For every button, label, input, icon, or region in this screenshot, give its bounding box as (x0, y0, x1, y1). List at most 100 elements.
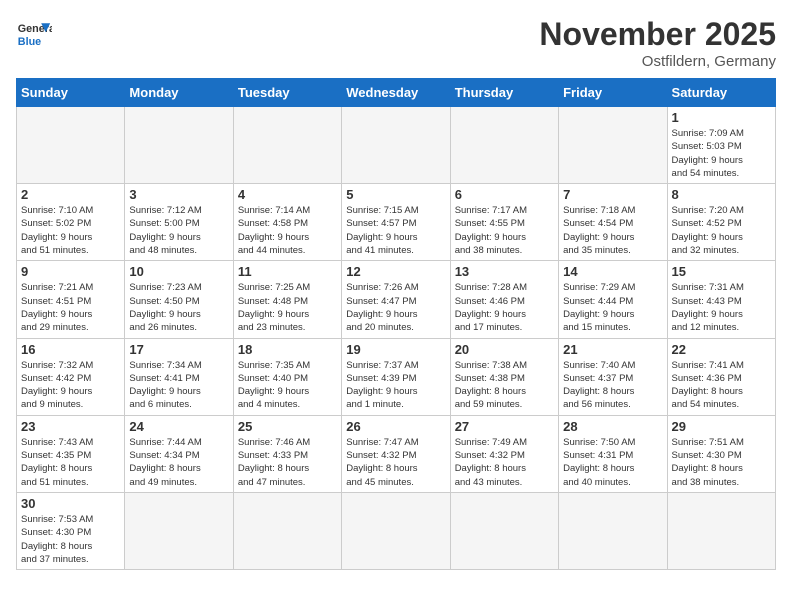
day-info: Sunrise: 7:44 AM Sunset: 4:34 PM Dayligh… (129, 436, 228, 489)
calendar-cell: 12 Sunrise: 7:26 AM Sunset: 4:47 PM Dayli… (342, 261, 450, 338)
calendar-cell: 3 Sunrise: 7:12 AM Sunset: 5:00 PM Daylig… (125, 184, 233, 261)
day-number: 3 (129, 187, 228, 202)
calendar-cell: 9Sunrise: 7:21 AM Sunset: 4:51 PM Daylig… (17, 261, 125, 338)
calendar-week-row: 1 Sunrise: 7:09 AM Sunset: 5:03 PM Daylig… (17, 107, 776, 184)
calendar-cell: 15Sunrise: 7:31 AM Sunset: 4:43 PM Dayli… (667, 261, 775, 338)
day-info: Sunrise: 7:38 AM Sunset: 4:38 PM Dayligh… (455, 359, 554, 412)
logo-icon: General Blue (16, 16, 52, 52)
calendar-week-row: 30 Sunrise: 7:53 AM Sunset: 4:30 PM Dayli… (17, 492, 776, 569)
day-info: Sunrise: 7:53 AM Sunset: 4:30 PM Dayligh… (21, 513, 120, 566)
day-number: 16 (21, 342, 120, 357)
day-number: 19 (346, 342, 445, 357)
calendar-cell (342, 107, 450, 184)
day-number: 4 (238, 187, 337, 202)
day-number: 27 (455, 419, 554, 434)
location-subtitle: Ostfildern, Germany (539, 53, 776, 70)
day-info: Sunrise: 7:31 AM Sunset: 4:43 PM Dayligh… (672, 281, 771, 334)
calendar-cell: 14 Sunrise: 7:29 AM Sunset: 4:44 PM Dayli… (559, 261, 667, 338)
calendar-cell: 24 Sunrise: 7:44 AM Sunset: 4:34 PM Dayli… (125, 415, 233, 492)
calendar-cell (125, 107, 233, 184)
header-sunday: Sunday (17, 79, 125, 107)
day-number: 25 (238, 419, 337, 434)
calendar-cell (559, 107, 667, 184)
day-info: Sunrise: 7:20 AM Sunset: 4:52 PM Dayligh… (672, 204, 771, 257)
calendar-cell: 6Sunrise: 7:17 AM Sunset: 4:55 PM Daylig… (450, 184, 558, 261)
calendar-cell: 23Sunrise: 7:43 AM Sunset: 4:35 PM Dayli… (17, 415, 125, 492)
day-number: 22 (672, 342, 771, 357)
day-info: Sunrise: 7:43 AM Sunset: 4:35 PM Dayligh… (21, 436, 120, 489)
day-number: 21 (563, 342, 662, 357)
day-info: Sunrise: 7:23 AM Sunset: 4:50 PM Dayligh… (129, 281, 228, 334)
day-number: 24 (129, 419, 228, 434)
day-info: Sunrise: 7:29 AM Sunset: 4:44 PM Dayligh… (563, 281, 662, 334)
header-thursday: Thursday (450, 79, 558, 107)
day-info: Sunrise: 7:21 AM Sunset: 4:51 PM Dayligh… (21, 281, 120, 334)
month-year-title: November 2025 (539, 16, 776, 53)
day-number: 30 (21, 496, 120, 511)
svg-text:Blue: Blue (18, 36, 41, 48)
day-info: Sunrise: 7:47 AM Sunset: 4:32 PM Dayligh… (346, 436, 445, 489)
day-number: 13 (455, 264, 554, 279)
day-number: 2 (21, 187, 120, 202)
calendar-cell: 27 Sunrise: 7:49 AM Sunset: 4:32 PM Dayli… (450, 415, 558, 492)
header-wednesday: Wednesday (342, 79, 450, 107)
day-info: Sunrise: 7:26 AM Sunset: 4:47 PM Dayligh… (346, 281, 445, 334)
day-number: 1 (672, 110, 771, 125)
day-number: 29 (672, 419, 771, 434)
day-info: Sunrise: 7:37 AM Sunset: 4:39 PM Dayligh… (346, 359, 445, 412)
day-number: 8 (672, 187, 771, 202)
calendar-cell: 13 Sunrise: 7:28 AM Sunset: 4:46 PM Dayli… (450, 261, 558, 338)
calendar-cell (667, 492, 775, 569)
calendar-cell: 5 Sunrise: 7:15 AM Sunset: 4:57 PM Daylig… (342, 184, 450, 261)
day-info: Sunrise: 7:09 AM Sunset: 5:03 PM Dayligh… (672, 127, 771, 180)
calendar-cell (125, 492, 233, 569)
logo: General Blue (16, 16, 52, 52)
day-number: 18 (238, 342, 337, 357)
day-info: Sunrise: 7:32 AM Sunset: 4:42 PM Dayligh… (21, 359, 120, 412)
day-number: 26 (346, 419, 445, 434)
calendar-cell: 4 Sunrise: 7:14 AM Sunset: 4:58 PM Daylig… (233, 184, 341, 261)
day-info: Sunrise: 7:41 AM Sunset: 4:36 PM Dayligh… (672, 359, 771, 412)
day-info: Sunrise: 7:10 AM Sunset: 5:02 PM Dayligh… (21, 204, 120, 257)
day-info: Sunrise: 7:25 AM Sunset: 4:48 PM Dayligh… (238, 281, 337, 334)
calendar-cell: 10Sunrise: 7:23 AM Sunset: 4:50 PM Dayli… (125, 261, 233, 338)
calendar-cell: 2 Sunrise: 7:10 AM Sunset: 5:02 PM Daylig… (17, 184, 125, 261)
day-info: Sunrise: 7:18 AM Sunset: 4:54 PM Dayligh… (563, 204, 662, 257)
calendar-cell (342, 492, 450, 569)
day-number: 28 (563, 419, 662, 434)
calendar-cell: 16 Sunrise: 7:32 AM Sunset: 4:42 PM Dayli… (17, 338, 125, 415)
calendar-cell: 25 Sunrise: 7:46 AM Sunset: 4:33 PM Dayli… (233, 415, 341, 492)
header: General Blue November 2025 Ostfildern, G… (16, 16, 776, 70)
day-number: 12 (346, 264, 445, 279)
header-tuesday: Tuesday (233, 79, 341, 107)
day-number: 20 (455, 342, 554, 357)
calendar-cell: 7 Sunrise: 7:18 AM Sunset: 4:54 PM Daylig… (559, 184, 667, 261)
calendar-week-row: 16 Sunrise: 7:32 AM Sunset: 4:42 PM Dayli… (17, 338, 776, 415)
calendar-header-row: Sunday Monday Tuesday Wednesday Thursday… (17, 79, 776, 107)
calendar-cell: 1 Sunrise: 7:09 AM Sunset: 5:03 PM Daylig… (667, 107, 775, 184)
day-number: 17 (129, 342, 228, 357)
calendar-week-row: 9Sunrise: 7:21 AM Sunset: 4:51 PM Daylig… (17, 261, 776, 338)
day-number: 7 (563, 187, 662, 202)
calendar-cell: 30 Sunrise: 7:53 AM Sunset: 4:30 PM Dayli… (17, 492, 125, 569)
day-info: Sunrise: 7:14 AM Sunset: 4:58 PM Dayligh… (238, 204, 337, 257)
day-info: Sunrise: 7:12 AM Sunset: 5:00 PM Dayligh… (129, 204, 228, 257)
day-info: Sunrise: 7:49 AM Sunset: 4:32 PM Dayligh… (455, 436, 554, 489)
calendar-cell: 29 Sunrise: 7:51 AM Sunset: 4:30 PM Dayli… (667, 415, 775, 492)
day-number: 11 (238, 264, 337, 279)
calendar-cell: 28 Sunrise: 7:50 AM Sunset: 4:31 PM Dayli… (559, 415, 667, 492)
calendar-cell: 22 Sunrise: 7:41 AM Sunset: 4:36 PM Dayli… (667, 338, 775, 415)
day-info: Sunrise: 7:28 AM Sunset: 4:46 PM Dayligh… (455, 281, 554, 334)
calendar-cell: 21Sunrise: 7:40 AM Sunset: 4:37 PM Dayli… (559, 338, 667, 415)
day-number: 5 (346, 187, 445, 202)
day-info: Sunrise: 7:46 AM Sunset: 4:33 PM Dayligh… (238, 436, 337, 489)
calendar-week-row: 23Sunrise: 7:43 AM Sunset: 4:35 PM Dayli… (17, 415, 776, 492)
day-info: Sunrise: 7:50 AM Sunset: 4:31 PM Dayligh… (563, 436, 662, 489)
calendar-cell (450, 492, 558, 569)
calendar-cell: 20 Sunrise: 7:38 AM Sunset: 4:38 PM Dayli… (450, 338, 558, 415)
day-number: 14 (563, 264, 662, 279)
calendar-cell: 26 Sunrise: 7:47 AM Sunset: 4:32 PM Dayli… (342, 415, 450, 492)
day-info: Sunrise: 7:15 AM Sunset: 4:57 PM Dayligh… (346, 204, 445, 257)
day-info: Sunrise: 7:51 AM Sunset: 4:30 PM Dayligh… (672, 436, 771, 489)
calendar-week-row: 2 Sunrise: 7:10 AM Sunset: 5:02 PM Daylig… (17, 184, 776, 261)
